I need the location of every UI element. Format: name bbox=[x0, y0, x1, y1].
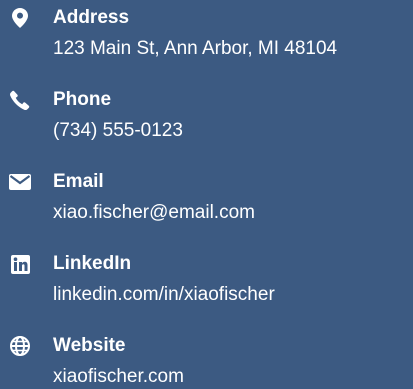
website-link[interactable]: xiaofischer.com bbox=[53, 364, 184, 389]
contact-item-phone: Phone (734) 555-0123 bbox=[0, 82, 413, 152]
phone-icon bbox=[8, 90, 32, 110]
linkedin-link[interactable]: linkedin.com/in/xiaofischer bbox=[53, 282, 275, 308]
contact-item-email: Email xiao.fischer@email.com bbox=[0, 164, 413, 234]
map-marker-icon bbox=[8, 8, 32, 28]
email-link[interactable]: xiao.fischer@email.com bbox=[53, 200, 255, 226]
email-label: Email bbox=[53, 171, 104, 192]
contact-item-address: Address 123 Main St, Ann Arbor, MI 48104 bbox=[0, 0, 413, 70]
contact-list: Address 123 Main St, Ann Arbor, MI 48104… bbox=[0, 0, 413, 389]
envelope-icon bbox=[8, 172, 32, 192]
phone-label: Phone bbox=[53, 89, 112, 110]
address-label: Address bbox=[53, 7, 130, 28]
linkedin-icon bbox=[8, 254, 32, 274]
website-label: Website bbox=[53, 335, 126, 356]
address-value: 123 Main St, Ann Arbor, MI 48104 bbox=[53, 38, 338, 59]
contact-item-website: Website xiaofischer.com bbox=[0, 328, 413, 389]
linkedin-label: LinkedIn bbox=[53, 253, 132, 274]
phone-link[interactable]: (734) 555-0123 bbox=[53, 118, 183, 144]
globe-icon bbox=[8, 336, 32, 356]
contact-item-linkedin: LinkedIn linkedin.com/in/xiaofischer bbox=[0, 246, 413, 316]
